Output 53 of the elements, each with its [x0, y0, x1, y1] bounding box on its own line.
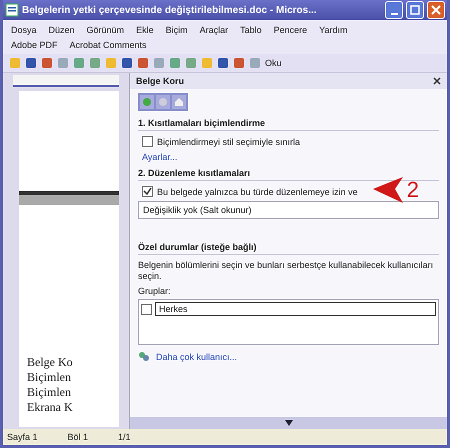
- maximize-button[interactable]: [406, 1, 424, 19]
- menu-item[interactable]: Düzen: [48, 24, 75, 34]
- home-icon[interactable]: [172, 95, 186, 109]
- pane-title: Belge Koru: [136, 76, 184, 86]
- group-item[interactable]: Herkes: [155, 302, 436, 316]
- document-text: Biçimlen: [27, 385, 72, 400]
- toolbar-button-icon[interactable]: [41, 57, 53, 69]
- menu-item[interactable]: Yardım: [319, 24, 348, 34]
- menu-item[interactable]: Biçim: [166, 24, 188, 34]
- section-heading: 2. Düzenleme kısıtlamaları: [138, 165, 439, 181]
- checkbox[interactable]: [142, 136, 153, 147]
- section-heading: 1. Kısıtlamaları biçimlendirme: [138, 115, 439, 131]
- menu-item[interactable]: Araçlar: [200, 24, 228, 34]
- status-text: Böl 1: [68, 432, 88, 442]
- toolbar-button-icon[interactable]: [137, 57, 149, 69]
- status-text: 1/1: [118, 432, 131, 442]
- scroll-down-icon[interactable]: [284, 420, 292, 426]
- toolbar-button-icon[interactable]: [217, 57, 229, 69]
- menu-item[interactable]: Dosya: [11, 24, 37, 34]
- document-text: Belge Ko: [27, 355, 74, 370]
- dropdown[interactable]: Değişiklik yok (Salt okunur): [138, 201, 439, 219]
- groups-label: Gruplar:: [138, 285, 172, 298]
- menu-item[interactable]: Acrobat Comments: [70, 40, 147, 50]
- settings-link[interactable]: Ayarlar...: [138, 149, 439, 165]
- menu-item[interactable]: Pencere: [274, 24, 308, 34]
- document-text: Biçimlen: [27, 370, 72, 385]
- status-text: Sayfa 1: [7, 432, 38, 442]
- close-icon: [431, 5, 441, 15]
- more-users-link[interactable]: Daha çok kullanıcı...: [152, 349, 242, 365]
- document-text: Ekrana K: [27, 400, 74, 415]
- description-text: Belgenin bölümlerini seçin ve bunları serbestçe kullanabilecek kullanıcıları seçin.: [138, 259, 434, 283]
- checkbox-label: Bu belgede yalnızca bu türde düzenlemeye izin ve: [157, 186, 358, 196]
- close-icon[interactable]: [433, 77, 441, 85]
- checkbox[interactable]: [141, 304, 152, 314]
- toolbar-button-icon[interactable]: [121, 57, 133, 69]
- toolbar-button-icon[interactable]: [25, 57, 37, 69]
- menu-item[interactable]: Görünüm: [86, 24, 124, 34]
- menu-item[interactable]: Ekle: [136, 24, 154, 34]
- checkbox[interactable]: [142, 186, 153, 197]
- checkbox-label: Biçimlendirmeyi stil seçimiyle sınırla: [157, 136, 300, 146]
- window-title: Belgelerin yetki çerçevesinde değiştirilebilmesi.doc - Micros...: [22, 4, 318, 16]
- read-button[interactable]: Oku: [265, 58, 282, 68]
- maximize-icon: [410, 5, 420, 15]
- document-icon: [5, 3, 19, 17]
- users-icon: [138, 351, 150, 363]
- section-heading: Özel durumlar (isteğe bağlı): [138, 239, 439, 255]
- minimize-icon: [390, 12, 398, 14]
- arrow-icon: [372, 177, 403, 203]
- menu-item[interactable]: Adobe PDF: [11, 40, 58, 50]
- close-button[interactable]: [427, 1, 445, 19]
- minimize-button[interactable]: [385, 1, 403, 19]
- menu-item[interactable]: Tablo: [240, 24, 262, 34]
- toolbar-button-icon[interactable]: [233, 57, 245, 69]
